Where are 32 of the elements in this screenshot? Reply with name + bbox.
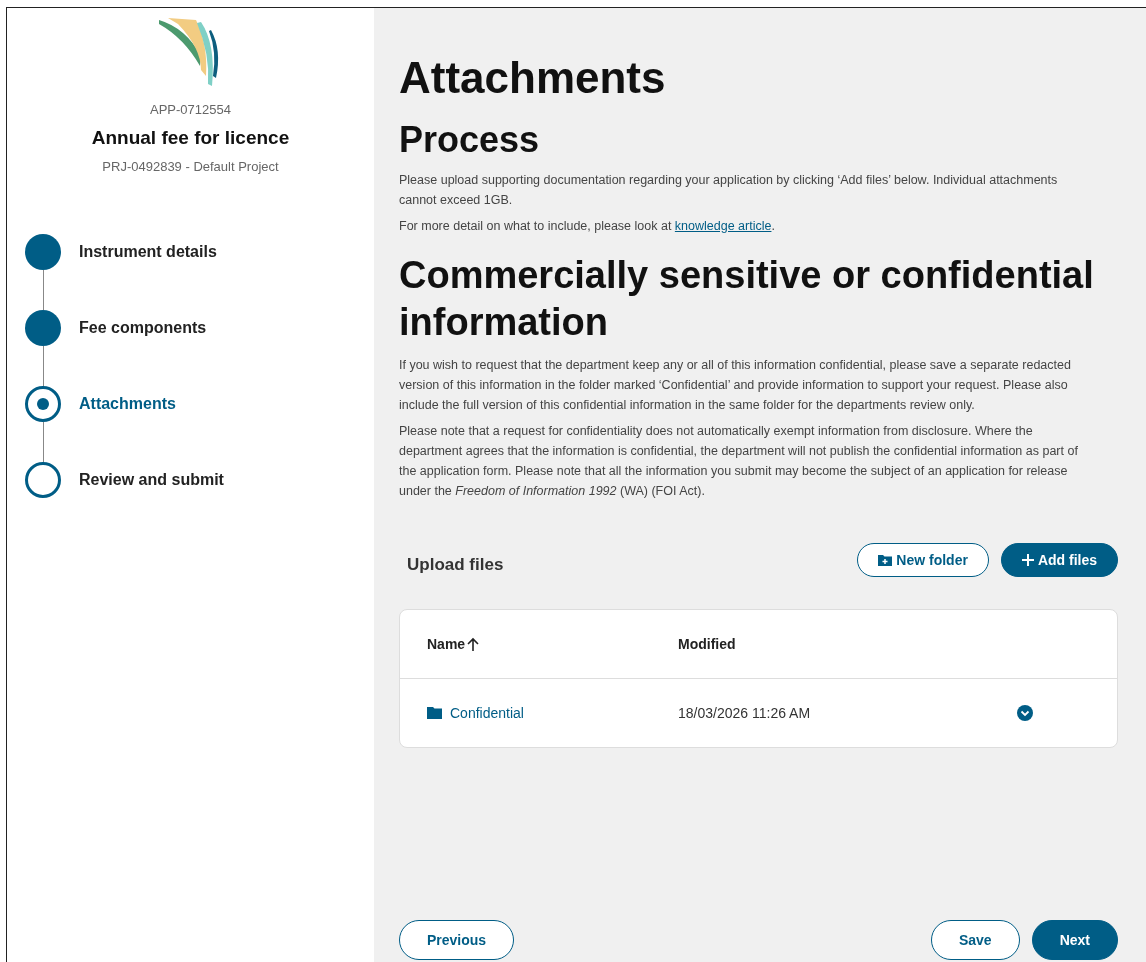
add-files-button[interactable]: Add files [1000,542,1118,577]
step-pending-icon [25,462,61,498]
page-title: Attachments [399,52,667,104]
section-heading: Process [399,117,541,162]
paragraph: If you wish to request that the department keep any or all of this information confidential, please save a separate redacted version of this information in the folder marked ‘Confidential’ and provide information to support your request. Please also include the full version of this confidential information in the same folder for the departments review only. [399,356,1072,414]
column-header[interactable]: Name [427,635,678,652]
table-cell-text: 18/03/2026 11:26 AM [678,704,812,721]
application-title: Annual fee for licence [91,127,290,149]
previous-button[interactable]: Previous [399,920,515,960]
step-link[interactable]: Fee components [79,319,207,337]
folder-icon [427,706,442,719]
save-button[interactable]: Save [930,920,1020,960]
paragraph: For more detail on what to include, please look at knowledge article. [399,217,776,235]
step-current-icon [25,386,61,422]
application-id: APP-0712554 [150,102,231,117]
upload-files-title: Upload files [407,554,504,575]
paragraph: Please note that a request for confidentiality does not automatically exempt information from disclosure. Where the department agrees that the information is confidential, the department will not publish the confidential information as part of the application form. Please note that all the information you submit may become the subject of an application for release under the Freedom of Information 1992 (WA) (FOI Act). [399,422,1079,500]
paragraph: Please upload supporting documentation regarding your application by clicking ‘Add files’ below. Individual attachments cannot exceed 1GB. [399,171,1059,209]
section-heading: Commercially sensitive or confidential information [399,252,1095,346]
step-complete-icon [25,310,61,346]
folder-plus-icon [878,553,893,566]
folder-link[interactable]: Confidential [427,704,678,721]
next-button[interactable]: Next [1031,920,1118,960]
plus-icon [1021,553,1034,566]
column-header[interactable]: Modified [678,635,1017,652]
step-link[interactable]: Instrument details [79,243,217,261]
chevron-down-icon[interactable] [1017,704,1033,721]
step-complete-icon [25,234,61,270]
project-name: PRJ-0492839 - Default Project [102,159,279,174]
new-folder-button[interactable]: New folder [857,542,989,577]
step-link[interactable]: Review and submit [79,471,224,489]
step-link[interactable]: Attachments [79,395,176,413]
